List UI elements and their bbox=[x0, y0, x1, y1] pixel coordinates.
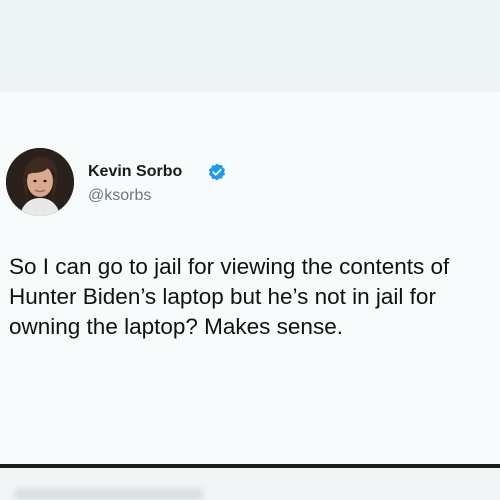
top-background bbox=[0, 0, 500, 92]
author-display-name[interactable]: Kevin Sorbo bbox=[88, 162, 182, 182]
profile-photo-icon bbox=[6, 148, 74, 216]
author-handle[interactable]: @ksorbs bbox=[88, 186, 151, 206]
avatar[interactable] bbox=[6, 148, 74, 216]
tweet-text: So I can go to jail for viewing the cont… bbox=[9, 254, 450, 339]
verified-badge-icon bbox=[209, 163, 225, 181]
blurred-footer bbox=[14, 488, 204, 500]
